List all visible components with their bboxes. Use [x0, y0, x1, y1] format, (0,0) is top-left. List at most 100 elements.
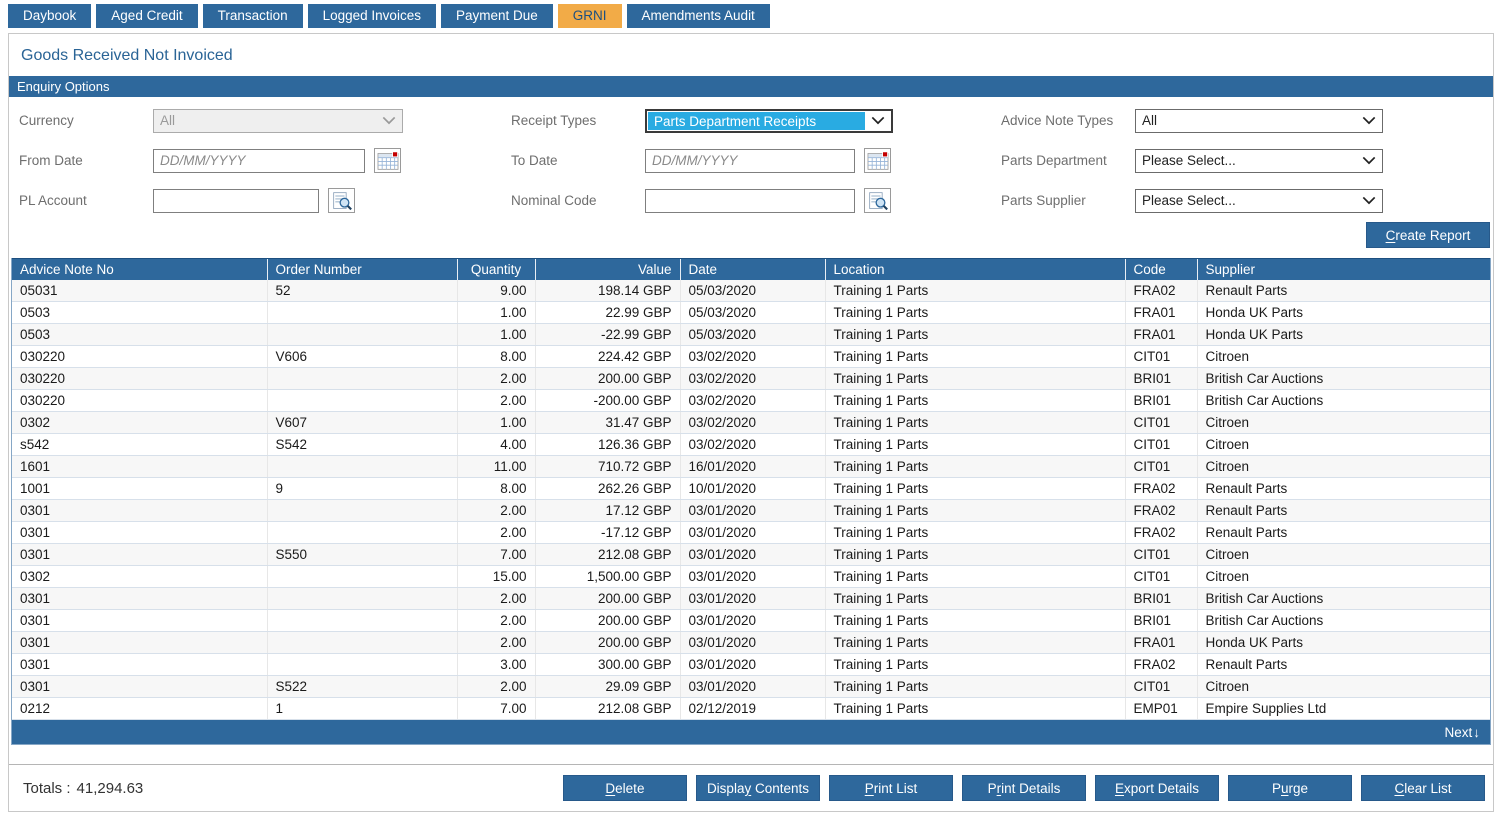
tab-daybook[interactable]: Daybook	[8, 4, 91, 28]
table-row[interactable]: 0301S5507.00212.08 GBP03/01/2020Training…	[12, 544, 1490, 566]
column-header-advice-note-no[interactable]: Advice Note No	[12, 259, 267, 281]
column-header-order-number[interactable]: Order Number	[267, 259, 457, 281]
cell-date: 02/12/2019	[680, 698, 825, 720]
tab-grni[interactable]: GRNI	[558, 4, 622, 28]
footer-bar: Totals :41,294.63 DeleteDisplay Contents…	[9, 764, 1493, 811]
display-contents-button[interactable]: Display Contents	[696, 775, 820, 801]
table-row[interactable]: 0302202.00200.00 GBP03/02/2020Training 1…	[12, 368, 1490, 390]
purge-button[interactable]: Purge	[1228, 775, 1352, 801]
table-row[interactable]: 05031.00-22.99 GBP05/03/2020Training 1 P…	[12, 324, 1490, 346]
cell-location: Training 1 Parts	[825, 566, 1125, 588]
nominal-code-input[interactable]	[645, 189, 855, 213]
cell-quantity: 2.00	[457, 368, 535, 390]
column-header-supplier[interactable]: Supplier	[1197, 259, 1490, 281]
results-table-wrap: Advice Note NoOrder NumberQuantityValueD…	[11, 258, 1491, 745]
table-row[interactable]: 0301S5222.0029.09 GBP03/01/2020Training …	[12, 676, 1490, 698]
table-row[interactable]: 03012.00200.00 GBP03/01/2020Training 1 P…	[12, 610, 1490, 632]
cell-order-number	[267, 456, 457, 478]
chevron-down-icon	[1356, 190, 1382, 212]
create-report-row: Create Report	[9, 213, 1493, 248]
table-row[interactable]: 0302V6071.0031.47 GBP03/02/2020Training …	[12, 412, 1490, 434]
table-row[interactable]: 160111.00710.72 GBP16/01/2020Training 1 …	[12, 456, 1490, 478]
parts-department-label: Parts Department	[1001, 153, 1135, 168]
table-row[interactable]: 030215.001,500.00 GBP03/01/2020Training …	[12, 566, 1490, 588]
table-row[interactable]: 0302202.00-200.00 GBP03/02/2020Training …	[12, 390, 1490, 412]
cell-date: 03/02/2020	[680, 346, 825, 368]
export-details-button[interactable]: Export Details	[1095, 775, 1219, 801]
table-row[interactable]: 021217.00212.08 GBP02/12/2019Training 1 …	[12, 698, 1490, 720]
cell-value: 300.00 GBP	[535, 654, 680, 676]
cell-advice-note-no: 030220	[12, 346, 267, 368]
cell-advice-note-no: 0301	[12, 610, 267, 632]
advice-note-types-select[interactable]: All	[1135, 109, 1383, 133]
clear-list-button[interactable]: Clear List	[1361, 775, 1485, 801]
table-row[interactable]: 03012.00200.00 GBP03/01/2020Training 1 P…	[12, 632, 1490, 654]
cell-location: Training 1 Parts	[825, 676, 1125, 698]
tab-transaction[interactable]: Transaction	[203, 4, 303, 28]
cell-quantity: 1.00	[457, 412, 535, 434]
table-row[interactable]: 100198.00262.26 GBP10/01/2020Training 1 …	[12, 478, 1490, 500]
to-date-input[interactable]	[645, 149, 855, 173]
parts-supplier-select[interactable]: Please Select...	[1135, 189, 1383, 213]
cell-value: 126.36 GBP	[535, 434, 680, 456]
table-row[interactable]: 03012.0017.12 GBP03/01/2020Training 1 Pa…	[12, 500, 1490, 522]
table-row[interactable]: 05031529.00198.14 GBP05/03/2020Training …	[12, 280, 1490, 302]
column-header-date[interactable]: Date	[680, 259, 825, 281]
column-header-quantity[interactable]: Quantity	[457, 259, 535, 281]
cell-value: 212.08 GBP	[535, 698, 680, 720]
table-row[interactable]: 05031.0022.99 GBP05/03/2020Training 1 Pa…	[12, 302, 1490, 324]
table-row[interactable]: 03012.00-17.12 GBP03/01/2020Training 1 P…	[12, 522, 1490, 544]
tab-amendments-audit[interactable]: Amendments Audit	[627, 4, 770, 28]
column-header-code[interactable]: Code	[1125, 259, 1197, 281]
receipt-types-field-group: Receipt Types Parts Department Receipts	[511, 108, 1001, 133]
cell-quantity: 9.00	[457, 280, 535, 302]
print-details-button[interactable]: Print Details	[962, 775, 1086, 801]
pl-account-lookup-button[interactable]	[328, 188, 355, 213]
arrow-down-icon: ↓	[1473, 725, 1480, 740]
next-label: Next	[1444, 725, 1472, 740]
table-row[interactable]: s542S5424.00126.36 GBP03/02/2020Training…	[12, 434, 1490, 456]
nominal-code-lookup-button[interactable]	[864, 188, 891, 213]
currency-select: All	[153, 109, 403, 133]
table-row[interactable]: 030220V6068.00224.42 GBP03/02/2020Traini…	[12, 346, 1490, 368]
cell-advice-note-no: 0301	[12, 500, 267, 522]
next-page-button[interactable]: Next↓	[12, 720, 1490, 744]
table-row[interactable]: 03013.00300.00 GBP03/01/2020Training 1 P…	[12, 654, 1490, 676]
tab-aged-credit[interactable]: Aged Credit	[96, 4, 197, 28]
cell-code: BRI01	[1125, 588, 1197, 610]
cell-date: 03/02/2020	[680, 434, 825, 456]
to-date-calendar-button[interactable]	[864, 148, 891, 173]
receipt-types-select[interactable]: Parts Department Receipts	[645, 109, 893, 133]
cell-code: CIT01	[1125, 434, 1197, 456]
chevron-down-icon	[865, 111, 891, 131]
parts-department-value: Please Select...	[1136, 150, 1356, 172]
from-date-field-group: From Date	[19, 148, 511, 173]
create-report-button[interactable]: Create Report	[1366, 222, 1490, 248]
parts-department-select[interactable]: Please Select...	[1135, 149, 1383, 173]
table-body: 05031529.00198.14 GBP05/03/2020Training …	[12, 280, 1490, 720]
cell-location: Training 1 Parts	[825, 500, 1125, 522]
cell-value: 262.26 GBP	[535, 478, 680, 500]
from-date-calendar-button[interactable]	[374, 148, 401, 173]
table-row[interactable]: 03012.00200.00 GBP03/01/2020Training 1 P…	[12, 588, 1490, 610]
cell-date: 03/02/2020	[680, 390, 825, 412]
results-table: Advice Note NoOrder NumberQuantityValueD…	[12, 258, 1490, 720]
tab-logged-invoices[interactable]: Logged Invoices	[308, 4, 436, 28]
cell-value: -17.12 GBP	[535, 522, 680, 544]
from-date-input[interactable]	[153, 149, 365, 173]
cell-location: Training 1 Parts	[825, 280, 1125, 302]
cell-value: 200.00 GBP	[535, 588, 680, 610]
cell-quantity: 11.00	[457, 456, 535, 478]
print-list-button[interactable]: Print List	[829, 775, 953, 801]
cell-value: 200.00 GBP	[535, 632, 680, 654]
tab-payment-due[interactable]: Payment Due	[441, 4, 553, 28]
column-header-value[interactable]: Value	[535, 259, 680, 281]
pl-account-label: PL Account	[19, 193, 153, 208]
enquiry-form: Currency All Receipt Types Parts Departm…	[9, 97, 1493, 213]
pl-account-input[interactable]	[153, 189, 319, 213]
column-header-location[interactable]: Location	[825, 259, 1125, 281]
cell-supplier: Honda UK Parts	[1197, 632, 1490, 654]
delete-button[interactable]: Delete	[563, 775, 687, 801]
parts-supplier-label: Parts Supplier	[1001, 193, 1135, 208]
cell-value: 224.42 GBP	[535, 346, 680, 368]
